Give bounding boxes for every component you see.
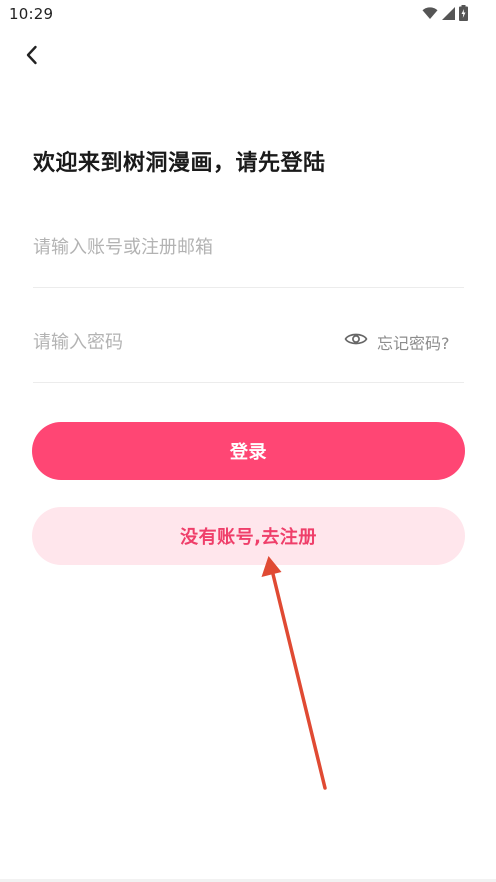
signal-icon <box>442 6 455 20</box>
eye-icon <box>344 331 368 351</box>
battery-icon <box>459 5 468 21</box>
account-input[interactable] <box>33 232 333 262</box>
password-visibility-toggle[interactable] <box>344 330 368 352</box>
account-field <box>33 222 464 288</box>
login-button[interactable]: 登录 <box>32 422 465 480</box>
chevron-left-icon <box>24 44 40 70</box>
password-field: 忘记密码? <box>33 317 464 383</box>
status-bar: 10:29 <box>0 0 496 28</box>
password-input[interactable] <box>33 327 333 357</box>
back-button[interactable] <box>16 40 48 74</box>
forgot-password-link[interactable]: 忘记密码? <box>377 330 450 354</box>
status-time: 10:29 <box>9 5 54 23</box>
page-title: 欢迎来到树洞漫画，请先登陆 <box>33 151 326 176</box>
register-button[interactable]: 没有账号,去注册 <box>32 507 465 565</box>
wifi-icon <box>422 6 438 20</box>
status-icons <box>422 5 468 21</box>
